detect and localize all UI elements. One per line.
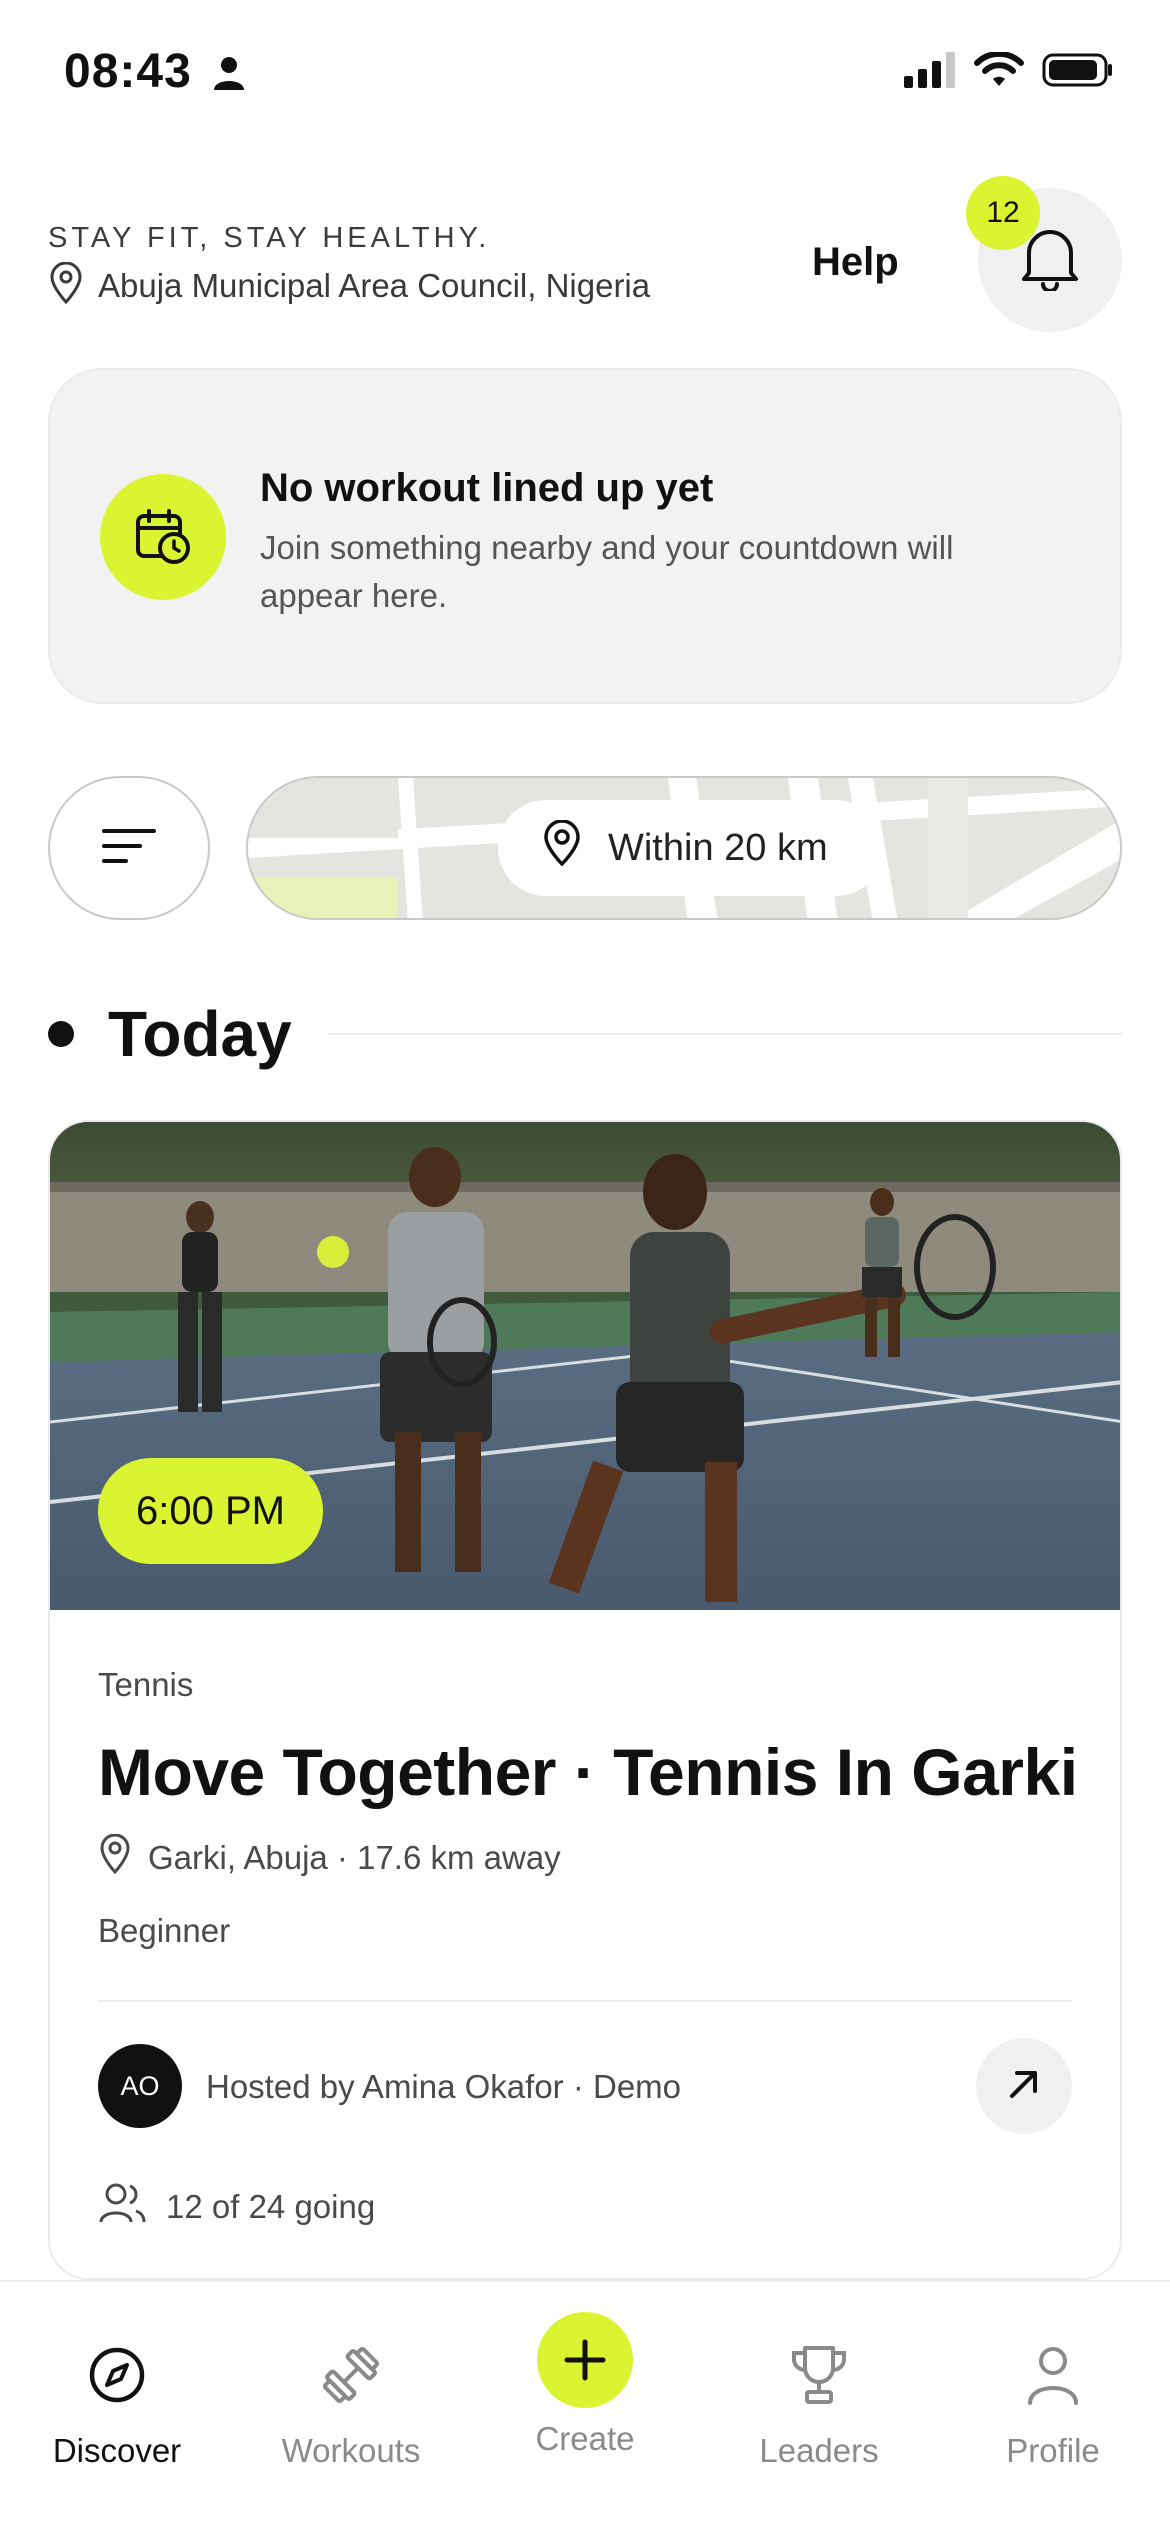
bottom-navigation: Discover Workouts Create Leaders Profile (0, 2280, 1170, 2532)
compass-icon (87, 2340, 147, 2410)
event-divider (98, 2000, 1072, 2002)
filter-icon (102, 825, 156, 872)
empty-state-title: No workout lined up yet (260, 466, 714, 510)
section-title: Today (108, 998, 292, 1070)
host-label: Hosted by Amina Okafor · Demo (206, 2068, 682, 2105)
section-header-today: Today (48, 994, 1122, 1074)
section-bullet (48, 1021, 74, 1047)
location-label: Abuja Municipal Area Council, Nigeria (98, 266, 651, 304)
current-location[interactable]: Abuja Municipal Area Council, Nigeria (48, 261, 651, 309)
location-pin-icon (542, 819, 582, 876)
nav-label-workouts: Workouts (281, 2432, 421, 2469)
attendance-text: 12 of 24 going (166, 2188, 376, 2225)
nav-item-workouts[interactable]: Workouts (234, 2282, 468, 2532)
nav-item-create[interactable]: Create (468, 2282, 702, 2532)
filter-button[interactable] (48, 776, 210, 920)
plus-icon (537, 2312, 633, 2408)
empty-state-subtitle: Join something nearby and your countdown… (260, 529, 954, 614)
help-link[interactable]: Help (812, 240, 899, 285)
notification-badge: 12 (966, 176, 1040, 250)
event-time-badge: 6:00 PM (98, 1458, 323, 1564)
arrow-up-right-icon (1007, 2067, 1041, 2106)
radius-label: Within 20 km (608, 826, 828, 869)
wifi-icon (974, 52, 1024, 86)
calendar-clock-icon (100, 474, 226, 600)
event-category: Tennis (98, 1666, 194, 1703)
person-icon (212, 56, 246, 97)
trophy-icon (789, 2340, 849, 2410)
tagline: STAY FIT, STAY HEALTHY. (48, 222, 491, 254)
nav-item-discover[interactable]: Discover (0, 2282, 234, 2532)
dumbbell-icon (320, 2340, 382, 2410)
status-time: 08:43 (64, 45, 192, 98)
distance-radius-selector[interactable]: Within 20 km (246, 776, 1122, 920)
event-title: Move Together · Tennis In Garki (98, 1735, 1078, 1809)
nav-label-discover: Discover (52, 2432, 182, 2469)
nav-label-create: Create (535, 2420, 635, 2457)
user-icon (1026, 2340, 1080, 2410)
event-level: Beginner (98, 1912, 231, 1949)
status-icons (904, 52, 1114, 88)
location-pin-icon (98, 1833, 132, 1882)
attendance-row: 12 of 24 going (98, 2182, 375, 2232)
radius-label-pill: Within 20 km (498, 800, 884, 896)
host-avatar: AO (98, 2044, 182, 2128)
upcoming-workout-card: No workout lined up yet Join something n… (48, 368, 1122, 704)
status-bar: 08:43 (0, 0, 1170, 150)
battery-icon (1042, 53, 1112, 87)
nav-label-profile: Profile (1006, 2432, 1100, 2469)
section-divider (327, 1033, 1122, 1035)
location-pin-icon (48, 261, 84, 309)
nav-item-leaders[interactable]: Leaders (702, 2282, 936, 2532)
event-location-text: Garki, Abuja · 17.6 km away (148, 1839, 561, 1876)
nav-label-leaders: Leaders (759, 2432, 879, 2469)
event-location: Garki, Abuja · 17.6 km away (98, 1833, 561, 1882)
event-card[interactable]: 6:00 PM Tennis Move Together · Tennis In… (48, 1120, 1122, 2280)
signal-icon (904, 52, 955, 88)
users-icon (98, 2182, 146, 2232)
open-event-button[interactable] (976, 2038, 1072, 2134)
nav-item-profile[interactable]: Profile (936, 2282, 1170, 2532)
